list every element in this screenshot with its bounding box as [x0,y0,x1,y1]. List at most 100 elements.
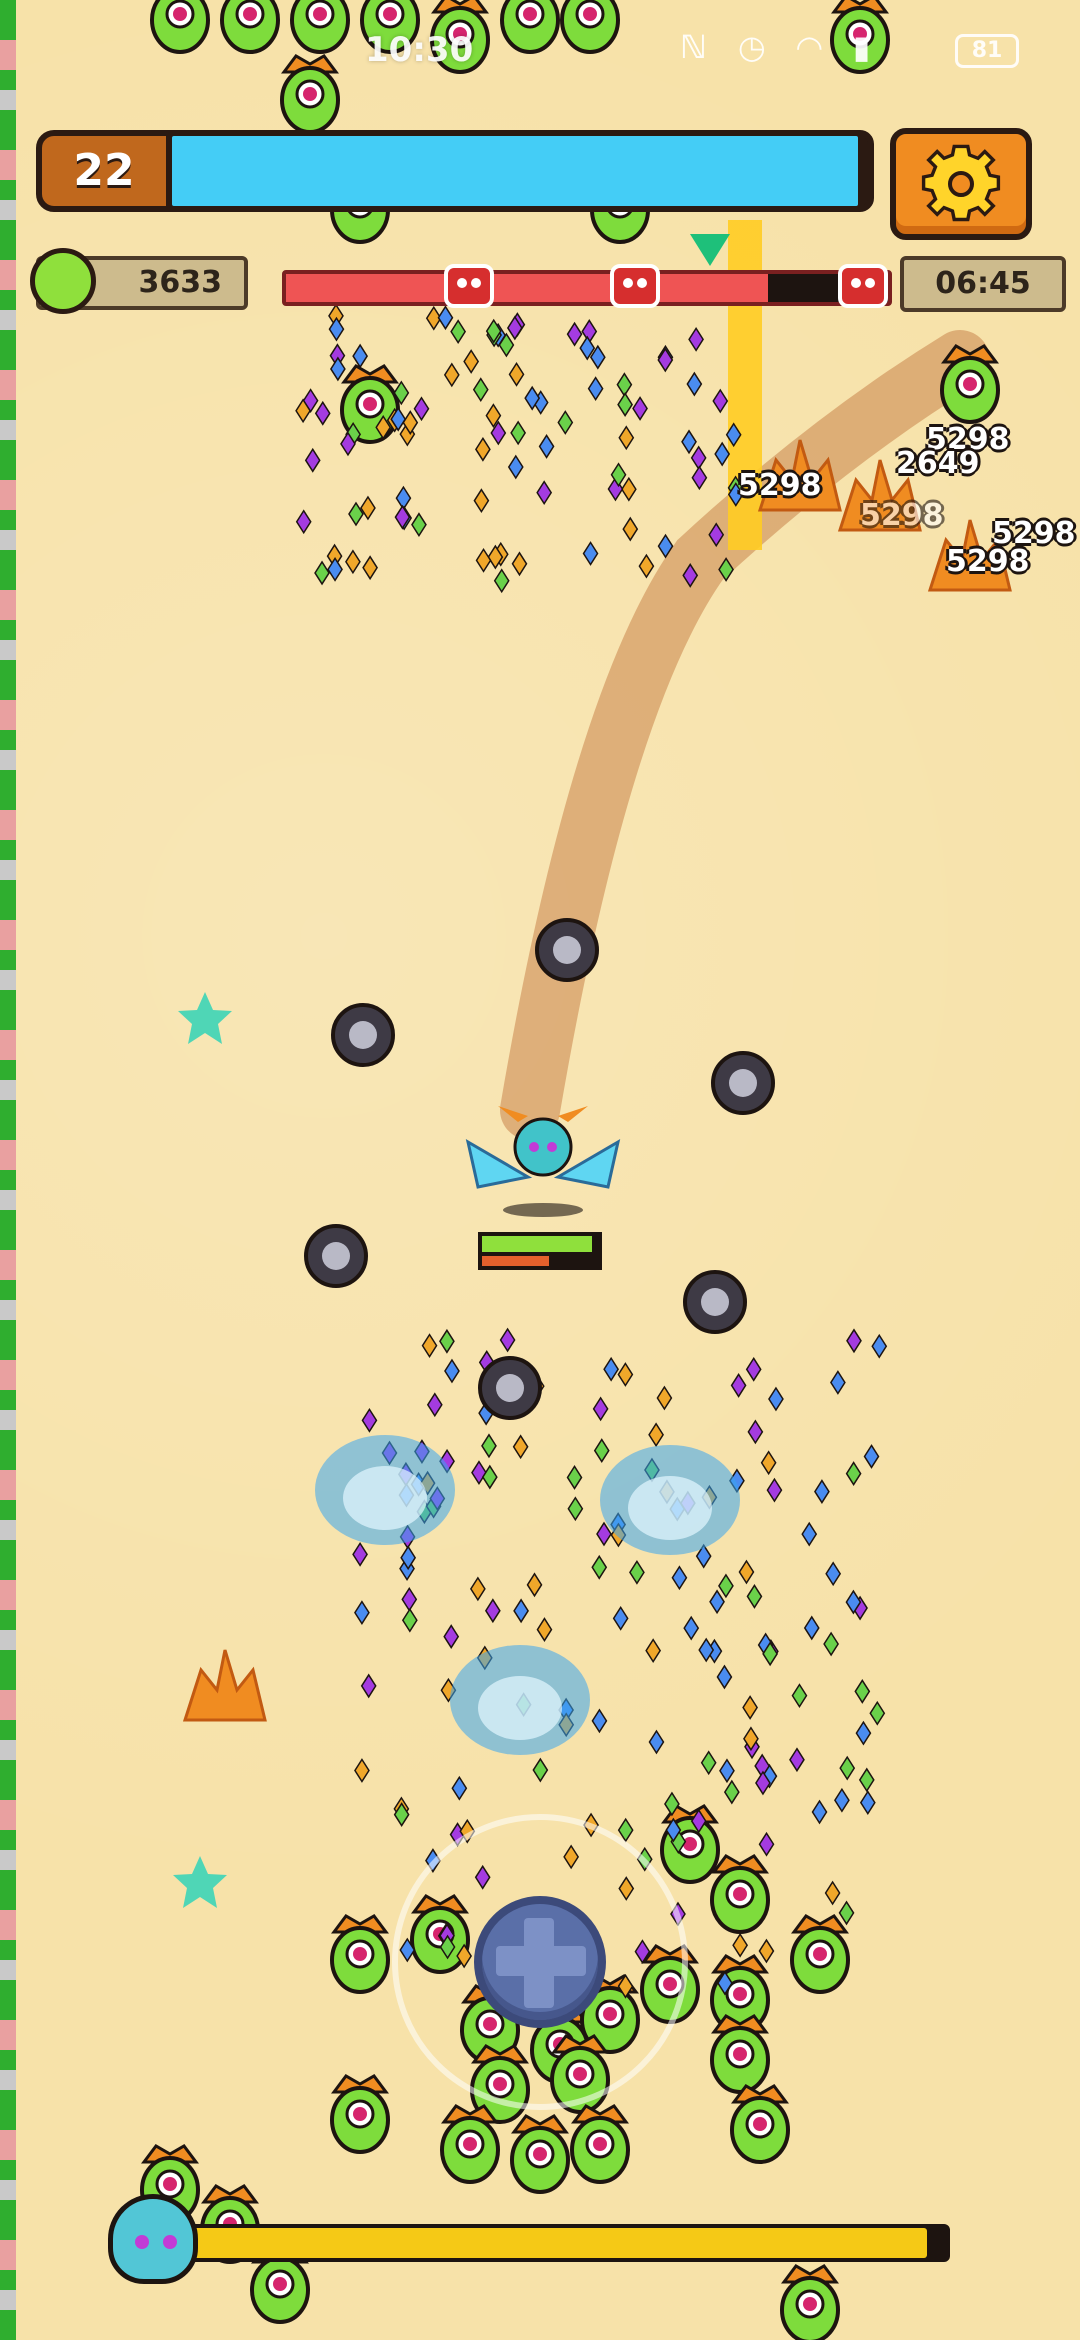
survival-timer: 06:45 [900,256,1066,312]
gem-pickup [719,1758,735,1784]
status-time: 10:30 [365,30,474,70]
gem-pickup [295,509,312,535]
gem-pickup [345,549,361,575]
gem-pickup [714,441,731,467]
gem-pickup [481,1464,498,1490]
gem-pickup [859,1790,876,1816]
gem-pickup [716,1664,733,1690]
boss-progress-bar [282,270,892,306]
gem-pickup [758,1831,775,1857]
gem-pickup [538,434,555,459]
gem-pickup [582,541,599,566]
gem-pickup [671,1565,688,1591]
green-cyclops-enemy [730,2084,790,2164]
gem-pickup [869,1700,886,1726]
orbiting-wheel-hub [322,1242,350,1270]
gem-pickup [723,1779,740,1805]
gem-pickup [401,1607,418,1633]
boss-progress-fill [286,274,768,302]
gem-pickup [845,1461,862,1486]
gem-pickup [632,396,648,421]
gem-pickup [656,1385,673,1411]
player-hp-bar [478,1232,602,1270]
gem-pickup [475,436,491,462]
gem-pickup [499,1327,516,1353]
blue-whirl-core [628,1476,712,1540]
green-cyclops-enemy [510,2114,570,2194]
gem-pickup [617,1362,634,1387]
gem-pickup [657,347,674,373]
gem-pickup [450,319,467,345]
gem-pickup [481,1433,497,1459]
gem-pickup [493,568,510,594]
player-shield-fill [482,1256,550,1266]
gem-pickup [532,1757,549,1783]
alarm-icon: ◷ [737,28,776,66]
damage-number: 2649 [896,446,980,481]
gem-pickup [745,1356,762,1382]
gem-pickup [691,465,708,491]
gem-pickup [328,316,345,342]
green-cyclops-enemy [440,2104,500,2184]
gem-pickup [411,512,427,538]
gem-pickup [473,488,490,514]
gem-pickup [352,1541,368,1567]
blue-whirl-core [478,1676,562,1740]
gem-pickup [791,1683,808,1709]
gem-pickup [700,1750,717,1776]
gem-pickup [603,1356,620,1382]
gem-pickup [681,429,697,455]
gem-pickup [592,1396,609,1422]
gem-pickup [738,1559,755,1585]
gem-pickup [526,1572,543,1598]
gem-pickup [838,1900,855,1926]
gem-pickup [690,445,707,471]
orbiting-wheel-hub [553,936,581,964]
gem-pickup [617,392,633,417]
gem-pickup [730,1373,747,1398]
wifi-icon: ◠ [796,28,832,66]
gem-pickup [591,1554,608,1580]
fire-burst-effect [182,1649,267,1722]
gem-pickup [439,1328,455,1354]
gem-pickup [768,1386,784,1412]
orbiting-wheel-hub [349,1021,377,1049]
xp-bar-fill [172,136,858,206]
settings-button[interactable] [890,128,1032,240]
player-character [465,1106,621,1217]
gem-pickup [718,1573,734,1599]
boss-skull-icon [610,264,660,308]
green-cyclops-enemy [940,344,1000,424]
gem-counter-icon [30,248,96,314]
gem-pickup [846,1328,862,1354]
gem-pickup [587,376,604,402]
signal-icon: ▮ [852,28,881,66]
damage-number: 5298 [860,498,944,533]
gem-pickup [348,501,364,527]
gem-pickup [825,1561,842,1587]
gem-pickup [327,556,343,582]
gem-pickup [512,1434,529,1460]
boss-skull-icon [838,264,888,308]
gem-pickup [732,1932,749,1958]
gem-pickup [360,495,376,521]
hero-skill-fill [184,2228,927,2258]
starfish-pickup [178,992,232,1044]
gem-pickup [709,1589,725,1615]
gem-pickup [314,560,330,586]
joystick-knob[interactable] [474,1896,606,2028]
gem-pickup [616,372,633,398]
boss-skull-icon [444,264,494,308]
gem-pickup [871,1333,888,1359]
gem-pickup [401,1586,418,1612]
gear-icon [921,144,1001,222]
green-cyclops-enemy [780,2264,840,2340]
gem-pickup [426,1392,443,1418]
gem-pickup [823,1631,839,1657]
gem-pickup [629,1559,645,1585]
gem-pickup [622,516,639,542]
gem-pickup [443,362,460,388]
damage-number: 5298 [946,544,1030,579]
gem-pickup [510,420,527,446]
gem-pickup [648,1422,664,1448]
